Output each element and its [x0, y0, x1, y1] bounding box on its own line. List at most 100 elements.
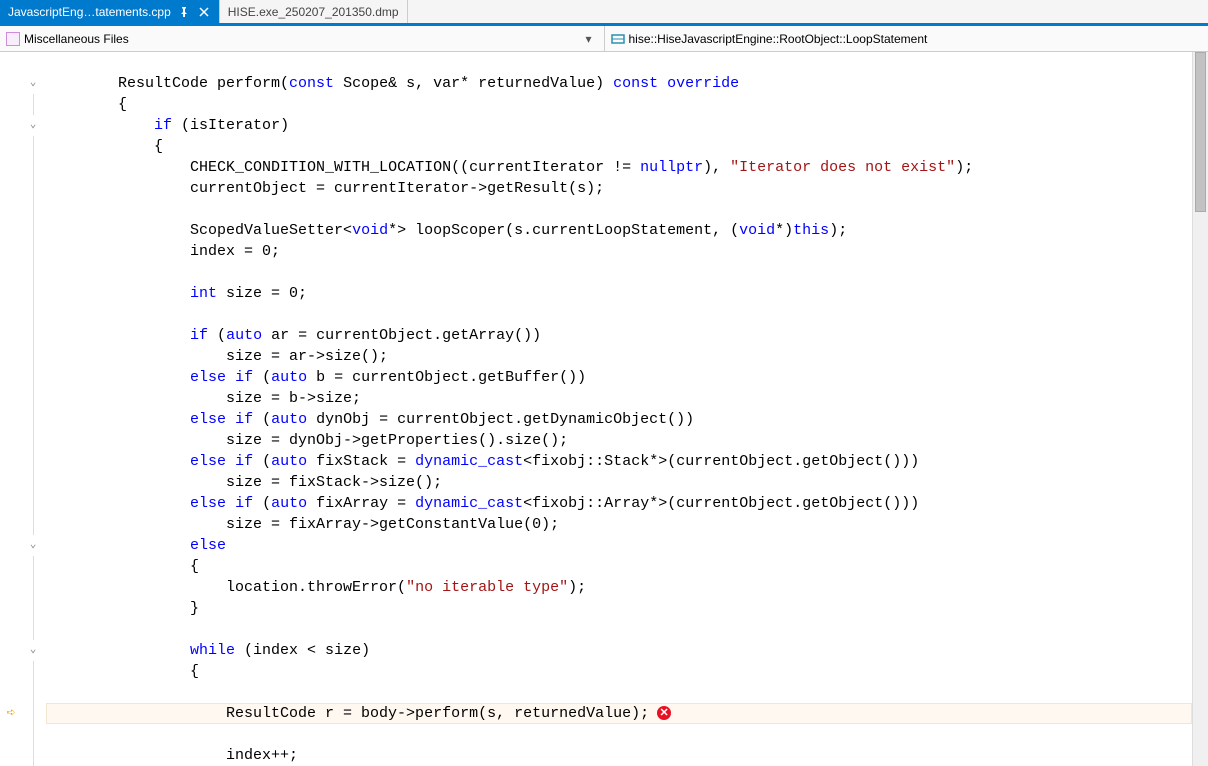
- code-line[interactable]: else if (auto b = currentObject.getBuffe…: [46, 367, 1192, 388]
- fold-row[interactable]: [22, 52, 44, 73]
- context-project-dropdown[interactable]: Miscellaneous Files ▾: [0, 26, 605, 51]
- fold-row[interactable]: [22, 136, 44, 157]
- fold-row[interactable]: ⌄: [22, 73, 44, 94]
- code-line[interactable]: while (index < size): [46, 640, 1192, 661]
- fold-row[interactable]: [22, 598, 44, 619]
- fold-row[interactable]: [22, 745, 44, 766]
- tab-label: HISE.exe_250207_201350.dmp: [228, 5, 399, 19]
- glyph-row: [0, 262, 22, 283]
- fold-row[interactable]: [22, 409, 44, 430]
- fold-row[interactable]: [22, 346, 44, 367]
- fold-row[interactable]: [22, 199, 44, 220]
- fold-row[interactable]: [22, 682, 44, 703]
- fold-toggle-icon[interactable]: ⌄: [30, 640, 37, 661]
- fold-row[interactable]: [22, 325, 44, 346]
- glyph-row: [0, 304, 22, 325]
- fold-row[interactable]: [22, 283, 44, 304]
- fold-row[interactable]: [22, 703, 44, 724]
- fold-row[interactable]: [22, 577, 44, 598]
- fold-row[interactable]: ⌄: [22, 115, 44, 136]
- code-area[interactable]: ResultCode perform(const Scope& s, var* …: [44, 52, 1192, 766]
- fold-row[interactable]: [22, 493, 44, 514]
- glyph-row: [0, 493, 22, 514]
- fold-row[interactable]: [22, 661, 44, 682]
- fold-row[interactable]: [22, 451, 44, 472]
- code-line[interactable]: {: [46, 661, 1192, 682]
- fold-row[interactable]: [22, 220, 44, 241]
- glyph-row: [0, 115, 22, 136]
- fold-row[interactable]: [22, 367, 44, 388]
- code-line[interactable]: index++;: [46, 745, 1192, 766]
- code-line[interactable]: [46, 262, 1192, 283]
- fold-row[interactable]: [22, 241, 44, 262]
- fold-toggle-icon[interactable]: ⌄: [30, 73, 37, 94]
- tab-active[interactable]: JavascriptEng…tatements.cpp: [0, 0, 220, 23]
- code-line[interactable]: size = fixStack->size();: [46, 472, 1192, 493]
- context-scope-dropdown[interactable]: hise::HiseJavascriptEngine::RootObject::…: [605, 26, 1208, 51]
- fold-row[interactable]: [22, 619, 44, 640]
- code-line[interactable]: size = ar->size();: [46, 346, 1192, 367]
- code-line[interactable]: else if (auto dynObj = currentObject.get…: [46, 409, 1192, 430]
- code-line[interactable]: ScopedValueSetter<void*> loopScoper(s.cu…: [46, 220, 1192, 241]
- scrollbar-thumb[interactable]: [1195, 52, 1206, 212]
- code-line[interactable]: CHECK_CONDITION_WITH_LOCATION((currentIt…: [46, 157, 1192, 178]
- code-line[interactable]: ResultCode perform(const Scope& s, var* …: [46, 73, 1192, 94]
- code-line[interactable]: location.throwError("no iterable type");: [46, 577, 1192, 598]
- code-line[interactable]: [46, 682, 1192, 703]
- fold-row[interactable]: ⌄: [22, 535, 44, 556]
- fold-row[interactable]: [22, 178, 44, 199]
- code-line[interactable]: else if (auto fixStack = dynamic_cast<fi…: [46, 451, 1192, 472]
- code-line[interactable]: size = fixArray->getConstantValue(0);: [46, 514, 1192, 535]
- tab-inactive[interactable]: HISE.exe_250207_201350.dmp: [220, 0, 408, 23]
- code-line[interactable]: if (auto ar = currentObject.getArray()): [46, 325, 1192, 346]
- code-line[interactable]: else: [46, 535, 1192, 556]
- fold-row[interactable]: [22, 157, 44, 178]
- fold-row[interactable]: [22, 514, 44, 535]
- glyph-row: [0, 52, 22, 73]
- code-line[interactable]: [46, 199, 1192, 220]
- code-line[interactable]: ResultCode r = body->perform(s, returned…: [46, 703, 1192, 724]
- glyph-margin: ➪: [0, 52, 22, 766]
- code-line[interactable]: {: [46, 556, 1192, 577]
- fold-row[interactable]: [22, 94, 44, 115]
- glyph-row: [0, 619, 22, 640]
- fold-toggle-icon[interactable]: ⌄: [30, 535, 37, 556]
- fold-toggle-icon[interactable]: ⌄: [30, 115, 37, 136]
- code-line[interactable]: {: [46, 94, 1192, 115]
- fold-row[interactable]: [22, 262, 44, 283]
- fold-row[interactable]: [22, 724, 44, 745]
- code-line[interactable]: size = dynObj->getProperties().size();: [46, 430, 1192, 451]
- code-line[interactable]: {: [46, 136, 1192, 157]
- fold-row[interactable]: [22, 304, 44, 325]
- error-icon[interactable]: ✕: [657, 706, 671, 720]
- close-icon[interactable]: [197, 5, 211, 19]
- code-line[interactable]: index = 0;: [46, 241, 1192, 262]
- fold-row[interactable]: [22, 430, 44, 451]
- code-line[interactable]: if (isIterator): [46, 115, 1192, 136]
- fold-margin[interactable]: ⌄ ⌄ ⌄ ⌄: [22, 52, 44, 766]
- chevron-down-icon[interactable]: ▾: [580, 32, 598, 46]
- glyph-row: [0, 283, 22, 304]
- glyph-row: [0, 346, 22, 367]
- context-bar: Miscellaneous Files ▾ hise::HiseJavascri…: [0, 26, 1208, 52]
- fold-row[interactable]: [22, 472, 44, 493]
- code-line[interactable]: int size = 0;: [46, 283, 1192, 304]
- code-line[interactable]: [46, 619, 1192, 640]
- code-line[interactable]: [46, 724, 1192, 745]
- code-line[interactable]: size = b->size;: [46, 388, 1192, 409]
- pin-icon[interactable]: [177, 5, 191, 19]
- glyph-row: [0, 577, 22, 598]
- code-editor[interactable]: ➪ ⌄ ⌄ ⌄ ⌄ ResultCode perform(const Scope& s…: [0, 52, 1208, 766]
- vertical-scrollbar[interactable]: [1192, 52, 1208, 766]
- fold-row[interactable]: [22, 388, 44, 409]
- fold-row[interactable]: ⌄: [22, 640, 44, 661]
- code-line[interactable]: currentObject = currentIterator->getResu…: [46, 178, 1192, 199]
- code-line[interactable]: [46, 304, 1192, 325]
- glyph-row: [0, 682, 22, 703]
- glyph-row: [0, 556, 22, 577]
- code-line[interactable]: else if (auto fixArray = dynamic_cast<fi…: [46, 493, 1192, 514]
- fold-row[interactable]: [22, 556, 44, 577]
- project-icon: [6, 32, 20, 46]
- code-line[interactable]: [46, 52, 1192, 73]
- code-line[interactable]: }: [46, 598, 1192, 619]
